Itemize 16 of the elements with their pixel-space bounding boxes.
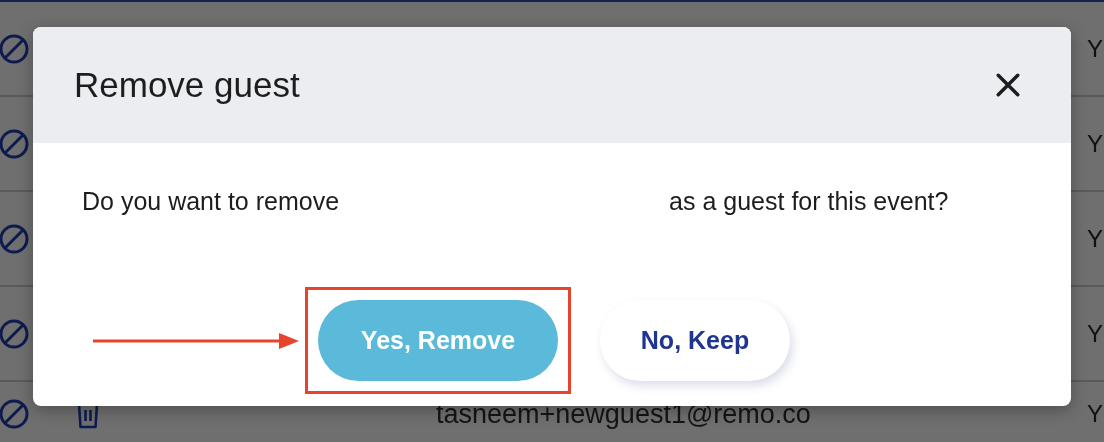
keep-button[interactable]: No, Keep bbox=[600, 300, 790, 381]
ban-icon[interactable] bbox=[0, 398, 30, 430]
message-text: as a guest for this event? bbox=[669, 187, 949, 216]
table-cell: Y bbox=[1087, 34, 1103, 63]
guest-email: tasneem+newguest1@remo.co bbox=[436, 398, 811, 430]
table-cell: Y bbox=[1087, 319, 1103, 348]
ban-icon[interactable] bbox=[0, 222, 30, 255]
table-cell: Y bbox=[1087, 129, 1103, 158]
ban-icon[interactable] bbox=[0, 32, 30, 65]
table-cell: Y bbox=[1087, 400, 1103, 428]
close-icon[interactable] bbox=[995, 72, 1021, 98]
message-text: Do you want to remove bbox=[82, 187, 340, 216]
ban-icon[interactable] bbox=[0, 127, 30, 160]
table-cell: Y bbox=[1087, 224, 1103, 253]
ban-icon[interactable] bbox=[0, 317, 30, 350]
dialog-title: Remove guest bbox=[74, 65, 300, 105]
